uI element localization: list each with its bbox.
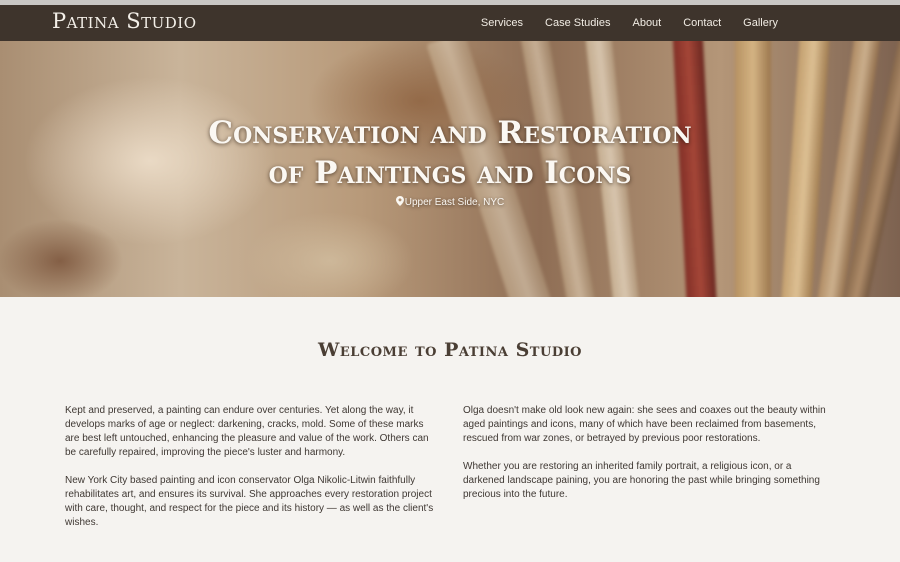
nav-about[interactable]: About (621, 5, 672, 41)
hero-title: Conservation and Restoration of Painting… (0, 113, 900, 193)
intro-paragraph: New York City based painting and icon co… (65, 475, 434, 528)
intro-column-left: Kept and preserved, a painting can endur… (65, 404, 437, 544)
hero-title-line-1: Conservation and Restoration (208, 115, 692, 151)
nav-contact[interactable]: Contact (672, 5, 732, 41)
hero-title-line-2: of Paintings and Icons (268, 155, 632, 191)
map-pin-icon (395, 196, 404, 209)
site-header: Patina Studio Services Case Studies Abou… (0, 5, 900, 41)
intro-paragraph: Whether you are restoring an inherited f… (463, 461, 820, 500)
hero-content: Conservation and Restoration of Painting… (0, 41, 900, 297)
intro-paragraph: Kept and preserved, a painting can endur… (65, 405, 429, 458)
nav-services[interactable]: Services (481, 5, 534, 41)
main-nav: Services Case Studies About Contact Gall… (481, 5, 900, 41)
location-text: Upper East Side, NYC (404, 197, 505, 208)
site-logo[interactable]: Patina Studio (52, 9, 197, 33)
intro-paragraph: Olga doesn't make old look new again: sh… (463, 405, 826, 444)
nav-case-studies[interactable]: Case Studies (534, 5, 621, 41)
hero-location: Upper East Side, NYC (0, 196, 900, 209)
nav-gallery[interactable]: Gallery (732, 5, 900, 41)
intro-column-right: Olga doesn't make old look new again: sh… (463, 404, 835, 516)
hero-banner: Conservation and Restoration of Painting… (0, 41, 900, 297)
welcome-heading: Welcome to Patina Studio (318, 339, 582, 361)
